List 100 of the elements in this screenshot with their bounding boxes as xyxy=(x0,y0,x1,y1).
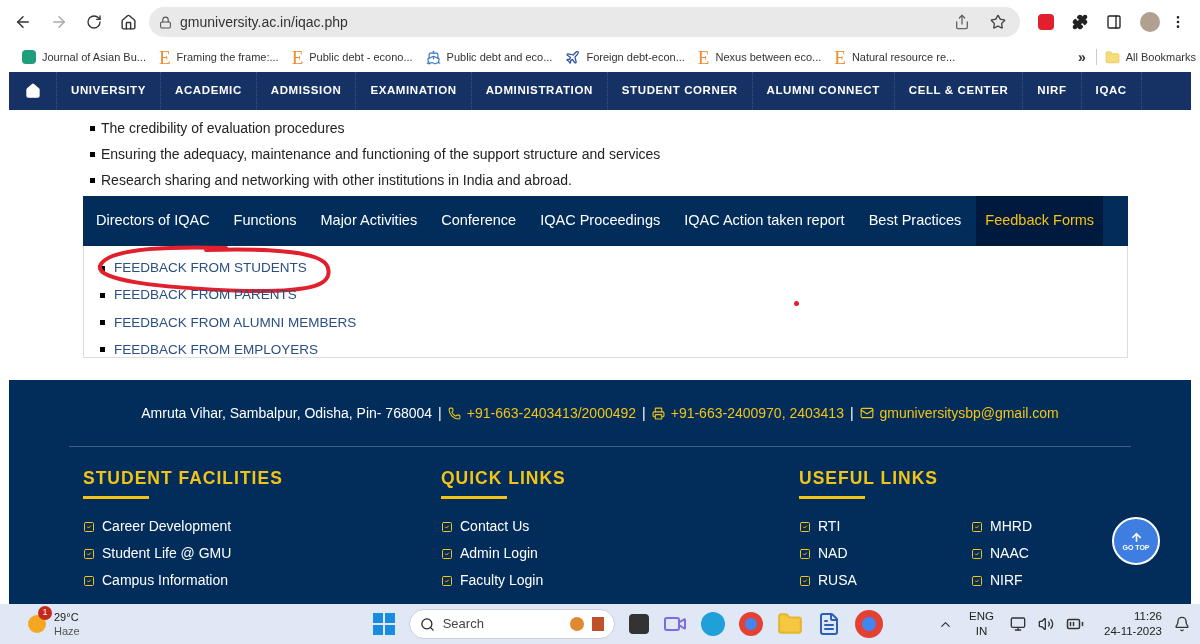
footer-link[interactable]: Admin Login xyxy=(460,543,538,565)
search-icon xyxy=(419,616,435,632)
fax-link[interactable]: +91-663-2400970, 2403413 xyxy=(670,402,844,424)
footer-link[interactable]: Contact Us xyxy=(460,516,530,538)
footer-link[interactable]: RTI xyxy=(818,516,841,538)
tab[interactable]: IQAC Action taken report xyxy=(675,196,854,246)
task-view-icon[interactable] xyxy=(628,614,649,634)
footer-link[interactable]: NIRF xyxy=(990,570,1023,592)
notification-badge: 1 xyxy=(38,606,52,620)
separator-text: | xyxy=(849,403,854,423)
nav-item[interactable]: ADMISSION xyxy=(256,72,357,110)
footer-link[interactable]: NAD xyxy=(818,543,848,565)
footer-link[interactable]: Faculty Login xyxy=(460,570,544,592)
bookmark-letter-icon: E xyxy=(291,47,304,67)
nav-item[interactable]: NIRF xyxy=(1023,72,1082,110)
taskbar-search-field[interactable]: Search xyxy=(408,609,615,639)
tab[interactable]: IQAC Proceedings xyxy=(531,196,670,246)
side-panel-button[interactable] xyxy=(1106,14,1122,30)
bullet-text: Ensuring the adequacy, maintenance and functioning of the support structure and services xyxy=(101,145,661,164)
footer-link[interactable]: NAAC xyxy=(990,543,1029,565)
checkbox-icon xyxy=(83,574,95,587)
footer-link[interactable]: Campus Information xyxy=(102,570,229,592)
tab[interactable]: Directors of IQAC xyxy=(87,196,219,246)
all-bookmarks-button[interactable]: All Bookmarks xyxy=(1104,48,1196,66)
plane-icon xyxy=(565,49,581,65)
bookmark-item[interactable]: Public debt and eco... xyxy=(425,48,553,66)
bookmark-letter-icon: E xyxy=(834,47,846,67)
lock-icon xyxy=(159,15,172,29)
tab[interactable]: Conference xyxy=(432,196,526,246)
footer-link[interactable]: Student Life @ GMU xyxy=(102,543,232,565)
checkbox-icon xyxy=(83,520,95,533)
checkbox-icon xyxy=(799,547,811,560)
bookmark-item[interactable]: Foreign debt-econ... xyxy=(565,48,685,66)
nav-item[interactable]: ALUMNI CONNECT xyxy=(752,72,895,110)
bookmark-item[interactable]: E Natural resource re... xyxy=(834,47,956,67)
checkbox-icon xyxy=(441,520,453,533)
start-button[interactable] xyxy=(372,613,395,635)
tab[interactable]: Major Activities xyxy=(311,196,427,246)
feedback-link[interactable]: FEEDBACK FROM ALUMNI MEMBERS xyxy=(114,312,357,333)
bullet-text: Research sharing and networking with other institutions in India and abroad. xyxy=(101,171,572,190)
bookmark-letter-icon: E xyxy=(158,47,171,67)
section-heading: QUICK LINKS xyxy=(441,467,566,490)
phone-icon xyxy=(447,406,461,420)
share-button[interactable] xyxy=(954,14,970,30)
checkbox-icon xyxy=(83,547,95,560)
nav-item[interactable]: ACADEMIC xyxy=(161,72,257,110)
tab[interactable]: Functions xyxy=(224,196,306,246)
language-indicator[interactable]: ENG IN xyxy=(965,609,998,639)
nav-item[interactable]: EXAMINATION xyxy=(356,72,472,110)
phone-link[interactable]: +91-663-2403413/2000492 xyxy=(466,402,637,424)
arrow-up-icon xyxy=(1129,530,1143,544)
nav-item[interactable]: IQAC xyxy=(1081,72,1142,110)
bookmark-item[interactable]: E Public debt - econo... xyxy=(291,47,413,67)
back-button[interactable] xyxy=(14,13,32,31)
separator-text: | xyxy=(642,403,646,423)
checkbox-icon xyxy=(971,520,983,533)
bookmark-star-button[interactable] xyxy=(990,14,1006,30)
address-bar[interactable]: gmuniversity.ac.in/iqac.php xyxy=(149,7,1020,37)
footer-link[interactable]: MHRD xyxy=(990,516,1032,538)
volume-icon[interactable] xyxy=(1038,616,1054,632)
email-link[interactable]: gmuniversitysbp@gmail.com xyxy=(879,402,1059,424)
extensions-button[interactable] xyxy=(1072,14,1088,30)
extension-icon[interactable] xyxy=(1038,14,1054,30)
nav-item[interactable]: CELL & CENTER xyxy=(894,72,1024,110)
section-heading: STUDENT FACILITIES xyxy=(83,467,283,490)
bullet-text: The credibility of evaluation procedures xyxy=(101,119,345,138)
nav-item[interactable]: UNIVERSITY xyxy=(57,72,161,110)
footer-link[interactable]: RUSA xyxy=(818,570,857,592)
bookmark-letter-icon: E xyxy=(697,47,710,67)
home-icon xyxy=(24,83,41,99)
reload-button[interactable] xyxy=(86,14,102,30)
checkbox-icon xyxy=(441,574,453,587)
bullet-icon xyxy=(90,178,95,183)
bookmark-item[interactable]: E Framing the frame:... xyxy=(158,47,279,67)
separator-text: | xyxy=(438,403,442,423)
notifications-icon[interactable] xyxy=(1174,616,1190,632)
bullet-icon xyxy=(90,126,95,131)
checkbox-icon xyxy=(799,574,811,587)
nav-item[interactable]: ADMINISTRATION xyxy=(471,72,608,110)
tab[interactable]: Best Practices xyxy=(859,196,971,246)
section-heading: USEFUL LINKS xyxy=(799,467,939,490)
checkbox-icon xyxy=(971,574,983,587)
feedback-link[interactable]: FEEDBACK FROM EMPLOYERS xyxy=(114,339,319,360)
bullet-icon xyxy=(100,292,105,298)
url-text: gmuniversity.ac.in/iqac.php xyxy=(180,12,348,32)
clock[interactable]: 11:26 24-11-2023 xyxy=(1104,609,1162,639)
bullet-icon xyxy=(100,320,105,326)
bookmark-item[interactable]: Journal of Asian Bu... xyxy=(22,48,146,66)
more-bookmarks-button[interactable]: » xyxy=(1077,46,1086,68)
feedback-link[interactable]: FEEDBACK FROM STUDENTS xyxy=(114,258,307,279)
network-icon[interactable] xyxy=(1010,616,1026,632)
address-text: Amruta Vihar, Sambalpur, Odisha, Pin- 768004 xyxy=(141,403,433,423)
tab[interactable]: Feedback Forms xyxy=(976,196,1104,246)
bookmark-item[interactable]: E Nexus between eco... xyxy=(697,47,822,67)
nav-item[interactable]: STUDENT CORNER xyxy=(607,72,753,110)
home-button[interactable] xyxy=(120,13,137,31)
checkbox-icon xyxy=(971,547,983,560)
folder-icon xyxy=(1104,49,1120,65)
bullet-icon xyxy=(90,152,95,157)
footer-link[interactable]: Career Development xyxy=(102,516,232,538)
